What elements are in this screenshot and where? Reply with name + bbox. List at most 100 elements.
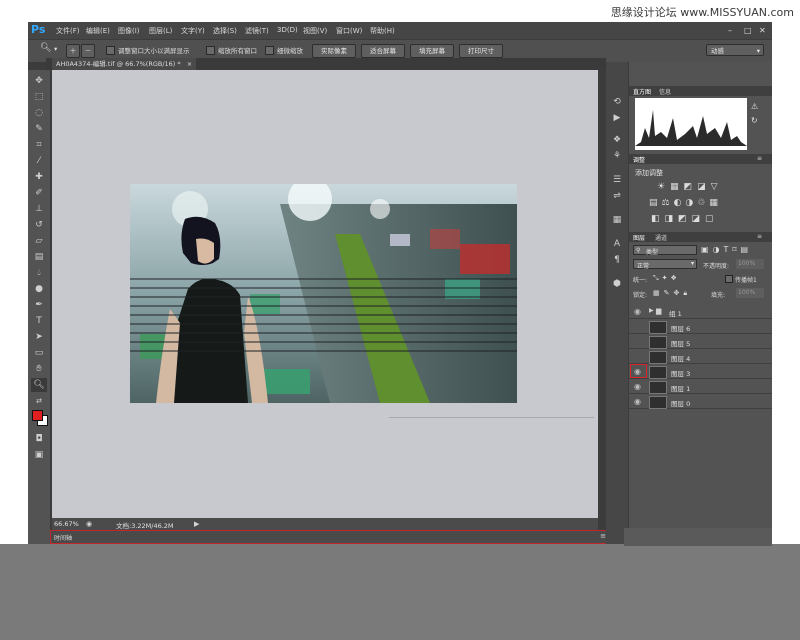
- actions-play-icon[interactable]: ▶: [611, 112, 623, 124]
- history-brush-tool-icon[interactable]: ↺: [31, 218, 47, 232]
- history-icon[interactable]: ⟲: [611, 96, 623, 108]
- healing-brush-tool-icon[interactable]: ✚: [31, 170, 47, 184]
- close-icon[interactable]: ✕: [759, 26, 766, 35]
- adjustment-icons-row-1[interactable]: ☀▦◩◪▽: [657, 182, 723, 192]
- fill-screen-button[interactable]: 填充屏幕: [410, 44, 454, 58]
- close-tab-icon[interactable]: ×: [187, 60, 192, 68]
- tab-info[interactable]: 信息: [659, 87, 671, 96]
- adjustment-icons-row-3[interactable]: ◧◨◩◪▢: [651, 214, 719, 224]
- status-info-icon[interactable]: ◉: [86, 520, 92, 528]
- clone-stamp-tool-icon[interactable]: ⊥: [31, 202, 47, 216]
- marquee-tool-icon[interactable]: ⬚: [31, 90, 47, 104]
- actual-pixels-button[interactable]: 实际像素: [312, 44, 356, 58]
- menu-file[interactable]: 文件(F): [56, 26, 80, 36]
- layer-kind-filter[interactable]: ⚲ 类型: [633, 245, 697, 256]
- layer-row[interactable]: 图层 5: [629, 334, 772, 349]
- menu-filter[interactable]: 滤镜(T): [245, 26, 269, 36]
- warning-icon[interactable]: ⚠: [751, 102, 758, 111]
- path-select-tool-icon[interactable]: ➤: [31, 330, 47, 344]
- tab-histogram[interactable]: 直方图: [633, 87, 651, 96]
- maximize-icon[interactable]: □: [744, 26, 752, 35]
- layer-row[interactable]: 图层 4: [629, 349, 772, 364]
- screen-mode-icon[interactable]: ▣: [31, 448, 47, 462]
- eyedropper-tool-icon[interactable]: ⁄: [31, 154, 47, 168]
- menu-window[interactable]: 窗口(W): [336, 26, 362, 36]
- resize-windows-checkbox[interactable]: [106, 46, 115, 55]
- blend-mode-select[interactable]: 正常 ▾: [633, 259, 697, 270]
- crop-tool-icon[interactable]: ⌗: [31, 138, 47, 152]
- panel-bottom-block: [624, 528, 772, 546]
- eye-icon[interactable]: ◉: [634, 382, 641, 391]
- minimize-icon[interactable]: –: [728, 26, 732, 35]
- panel-menu-icon[interactable]: ≡: [757, 233, 762, 240]
- fit-screen-button[interactable]: 适合屏幕: [361, 44, 405, 58]
- gradient-tool-icon[interactable]: ▤: [31, 250, 47, 264]
- adjustment-icons-row-2[interactable]: ▤⚖◐◑♲▦: [649, 198, 722, 208]
- eraser-tool-icon[interactable]: ▱: [31, 234, 47, 248]
- propagate-checkbox[interactable]: [725, 275, 733, 283]
- lock-icons[interactable]: ▦✎✥🔒︎: [653, 289, 691, 298]
- eye-icon[interactable]: ◉: [634, 367, 641, 376]
- zoom-tool-icon[interactable]: 🔍︎: [40, 43, 51, 53]
- scrubby-zoom-checkbox[interactable]: [265, 46, 274, 55]
- clone-source-icon[interactable]: ⚘: [611, 150, 623, 162]
- panel-menu-icon[interactable]: ≡: [757, 155, 762, 162]
- pen-tool-icon[interactable]: ✒: [31, 298, 47, 312]
- timeline-label[interactable]: 时间轴: [54, 533, 72, 542]
- lasso-tool-icon[interactable]: ◌: [31, 106, 47, 120]
- shape-tool-icon[interactable]: ▭: [31, 346, 47, 360]
- zoom-all-checkbox[interactable]: [206, 46, 215, 55]
- 3d-icon[interactable]: ⬢: [611, 278, 623, 290]
- character-icon[interactable]: A: [611, 238, 623, 250]
- refresh-icon[interactable]: ↻: [751, 116, 758, 125]
- print-size-button[interactable]: 打印尺寸: [459, 44, 503, 58]
- dodge-tool-icon[interactable]: ●: [31, 282, 47, 296]
- layer-row[interactable]: 图层 6: [629, 319, 772, 334]
- eye-icon[interactable]: ◉: [634, 307, 641, 316]
- layer-row[interactable]: ◉ 图层 3: [629, 364, 772, 379]
- workspace-select[interactable]: 动感 ▾: [706, 44, 764, 56]
- menu-image[interactable]: 图像(I): [118, 26, 140, 36]
- document-tab[interactable]: AH0A4374-编辑.tif @ 66.7%(RGB/16) * ×: [52, 58, 197, 70]
- tab-channels[interactable]: 通道: [655, 233, 667, 242]
- menu-help[interactable]: 帮助(H): [370, 26, 395, 36]
- menu-select[interactable]: 选择(S): [213, 26, 237, 36]
- zoom-level[interactable]: 66.67%: [54, 520, 79, 528]
- layer-row[interactable]: ◉ ▶ ▆ 组 1: [629, 304, 772, 319]
- type-tool-icon[interactable]: T: [31, 314, 47, 328]
- tool-presets-icon[interactable]: ▦: [611, 214, 623, 226]
- foreground-color-swatch[interactable]: [32, 410, 43, 421]
- eye-icon[interactable]: ◉: [634, 397, 641, 406]
- quick-select-tool-icon[interactable]: ✎: [31, 122, 47, 136]
- menu-type[interactable]: 文字(Y): [181, 26, 205, 36]
- swap-colors-icon[interactable]: ⇄: [31, 394, 47, 408]
- brush-presets-icon[interactable]: ❖: [611, 134, 623, 146]
- layer-filter-icons[interactable]: ▣◑T⌑▤: [701, 245, 752, 254]
- adjust-sliders-icon[interactable]: ⇌: [611, 190, 623, 202]
- layer-row[interactable]: ◉ 图层 1: [629, 379, 772, 394]
- unify-icons[interactable]: ⤡✦❖: [653, 274, 680, 283]
- brush-tool-icon[interactable]: ✐: [31, 186, 47, 200]
- menu-layer[interactable]: 图层(L): [149, 26, 172, 36]
- opacity-field[interactable]: 100%: [736, 259, 764, 269]
- zoom-in-button[interactable]: ＋: [66, 44, 80, 58]
- quick-mask-icon[interactable]: ◘: [31, 432, 47, 446]
- tab-adjustments[interactable]: 调整: [633, 155, 645, 164]
- move-tool-icon[interactable]: ✥: [31, 74, 47, 88]
- document-photo[interactable]: [130, 184, 517, 403]
- fill-field[interactable]: 100%: [736, 288, 764, 298]
- expand-arrow-icon[interactable]: ▶: [649, 307, 654, 314]
- properties-icon[interactable]: ☰: [611, 174, 623, 186]
- status-menu-arrow-icon[interactable]: ▶: [194, 520, 199, 528]
- menu-view[interactable]: 视图(V): [303, 26, 327, 36]
- zoom-tool-icon[interactable]: 🔍︎: [31, 378, 47, 392]
- menu-3d[interactable]: 3D(D): [277, 26, 298, 34]
- paragraph-icon[interactable]: ¶: [611, 254, 623, 266]
- tab-layers[interactable]: 图层: [633, 233, 645, 242]
- chevron-down-icon[interactable]: ▾: [54, 45, 57, 53]
- layer-row[interactable]: ◉ 图层 0: [629, 394, 772, 409]
- hand-tool-icon[interactable]: ✋︎: [31, 362, 47, 376]
- zoom-out-button[interactable]: －: [81, 44, 95, 58]
- blur-tool-icon[interactable]: 💧︎: [31, 266, 47, 280]
- menu-edit[interactable]: 编辑(E): [86, 26, 110, 36]
